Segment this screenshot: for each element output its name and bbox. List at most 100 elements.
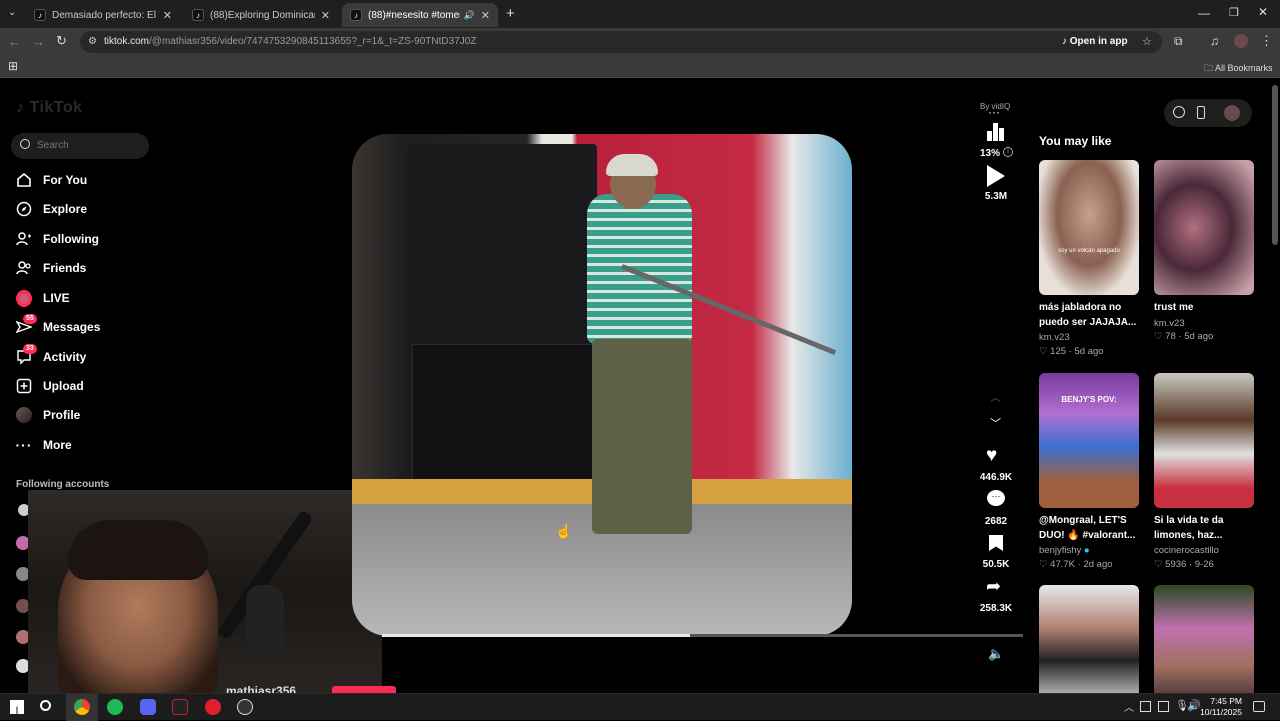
recommendation-age: 2d ago [1083,559,1113,570]
new-tab-button[interactable]: + [506,5,515,22]
heart-outline-icon: ♡ [1039,346,1048,357]
chevron-up-icon[interactable]: ︿ [990,389,1001,405]
recommendation-thumbnail[interactable]: soy un volcán apagado [1039,160,1139,295]
apps-grid-icon[interactable]: ⊞ [8,59,18,73]
comment-icon[interactable]: ··· [987,490,1005,506]
views-count: 5.3M [984,191,1008,202]
tab-title: Demasiado perfecto: El Lexus LF [52,9,157,21]
nav-messages[interactable]: 55 Messages [16,314,100,339]
chevron-down-icon[interactable]: ﹀ [990,415,1001,431]
bookmark-icon[interactable] [989,535,1003,551]
share-icon[interactable]: ➦ [986,576,1001,597]
device-icon[interactable] [1197,106,1205,119]
clock[interactable]: 7:45 PM 10/11/2025 [1196,696,1242,718]
site-info-icon[interactable]: ⚙ [88,31,97,53]
recommendation-author[interactable]: cocinerocastillo [1154,545,1219,556]
close-window-button[interactable]: ✕ [1258,5,1268,19]
profile-avatar[interactable] [1234,34,1248,48]
tab-nesesito[interactable]: ♪ (88)#nesesito #tomenyogur 🔊 ✕ [342,3,498,27]
reload-icon[interactable]: ↻ [56,33,67,49]
video-progress-track[interactable] [382,634,1023,637]
recommendation-title[interactable]: más jabladora no puedo ser JAJAJA... [1039,300,1144,330]
network-icon[interactable] [1158,701,1169,712]
nav-friends[interactable]: Friends [16,256,86,280]
recommendation-author[interactable]: km.v23 [1154,318,1185,329]
video-player[interactable] [352,134,852,636]
nav-upload[interactable]: Upload [16,374,84,398]
like-heart-icon[interactable]: ♥ [986,445,997,467]
recommendation-thumbnail[interactable]: BENJY'S POV: [1039,373,1139,508]
nav-label: Upload [43,379,84,393]
nav-label: Explore [43,202,88,216]
search-bar[interactable]: Search [11,133,149,159]
restore-button[interactable]: ❐ [1229,6,1239,19]
recommendation-author[interactable]: km.v23 [1039,332,1070,343]
recommendation-author[interactable]: benjyfishy ● [1039,545,1090,556]
extensions-icon[interactable]: ⧉ [1174,34,1183,49]
nav-label: Friends [43,261,87,275]
bookmark-star-icon[interactable]: ☆ [1142,31,1152,53]
nav-more[interactable]: ··· More [16,433,72,457]
tab-dominican[interactable]: ♪ (88)Exploring Dominican Cultur ✕ [184,3,338,27]
activity-badge: 33 [23,344,37,354]
recommendation-title[interactable]: trust me [1154,300,1259,315]
discord-icon[interactable] [140,699,156,715]
address-bar[interactable]: ⚙ tiktok.com/@mathiasr356/video/74747532… [80,31,1162,53]
forward-icon[interactable]: → [32,34,45,49]
minimize-button[interactable]: — [1198,6,1210,20]
back-icon[interactable]: ← [8,34,21,49]
recommendation-thumbnail[interactable] [1154,585,1254,693]
open-in-app-label: Open in app [1069,36,1128,47]
mouse-cursor: ☝ [555,523,573,539]
nav-for-you[interactable]: For You [16,168,87,192]
compass-icon [16,201,32,217]
nav-live[interactable]: LIVE [16,286,70,310]
video-person-legs [592,339,692,534]
all-bookmarks-button[interactable]: 🗀 All Bookmarks [1204,61,1273,77]
close-icon[interactable]: ✕ [481,9,490,22]
messages-badge: 55 [23,314,37,324]
nav-following[interactable]: Following [16,227,99,251]
app-icon[interactable] [172,699,188,715]
search-input[interactable]: Search [37,140,69,151]
open-in-app-button[interactable]: ♪ Open in app [1062,31,1128,53]
page-scrollbar[interactable] [1272,85,1278,245]
menu-icon[interactable]: ⋮ [1260,33,1273,49]
tray-icon[interactable] [1140,701,1151,712]
speaker-icon[interactable]: 🔊 [464,10,475,21]
nav-activity[interactable]: 33 Activity [16,344,86,369]
tiktok-logo[interactable]: ♪ TikTok [16,99,83,117]
recommendation-age: 9-26 [1194,559,1214,570]
media-control-icon[interactable]: ♫ [1210,34,1219,48]
info-icon[interactable]: i [1003,147,1013,157]
search-icon [20,139,30,149]
nav-label: Profile [43,408,81,422]
nav-profile[interactable]: Profile [16,403,80,427]
tab-lexus[interactable]: ♪ Demasiado perfecto: El Lexus LF ✕ [26,3,180,27]
vidiq-chart-icon[interactable] [986,123,1006,141]
windows-start-icon[interactable] [10,700,24,714]
tab-search-icon[interactable]: ⌄ [8,7,16,18]
volume-icon[interactable]: 🔈 [988,646,1004,662]
recommendation-thumbnail[interactable] [1154,373,1254,508]
recommendation-title[interactable]: @Mongraal, LET'S DUO! 🔥 #valorant... [1039,513,1144,543]
recommendation-thumbnail[interactable] [1154,160,1254,295]
play-icon[interactable] [987,165,1005,187]
recommendation-likes: 125 [1050,346,1067,357]
obs-icon[interactable] [237,699,253,715]
recommendation-likes: 5936 [1165,559,1187,570]
close-icon[interactable]: ✕ [163,9,172,22]
compass-icon[interactable] [1173,106,1185,118]
tiktok-note-icon: ♪ [16,99,25,116]
recommendation-title[interactable]: Si la vida te da limones, haz... [1154,513,1259,543]
close-icon[interactable]: ✕ [321,9,330,22]
profile-avatar[interactable] [1224,105,1240,121]
more-options-icon[interactable]: ··· [988,105,1000,119]
search-icon[interactable] [40,700,51,711]
notifications-icon[interactable] [1253,701,1265,712]
app-icon[interactable] [205,699,221,715]
spotify-icon[interactable] [107,699,123,715]
recommendation-thumbnail[interactable] [1039,585,1139,693]
tray-chevron-icon[interactable]: ︿ [1124,699,1134,714]
nav-explore[interactable]: Explore [16,197,87,221]
